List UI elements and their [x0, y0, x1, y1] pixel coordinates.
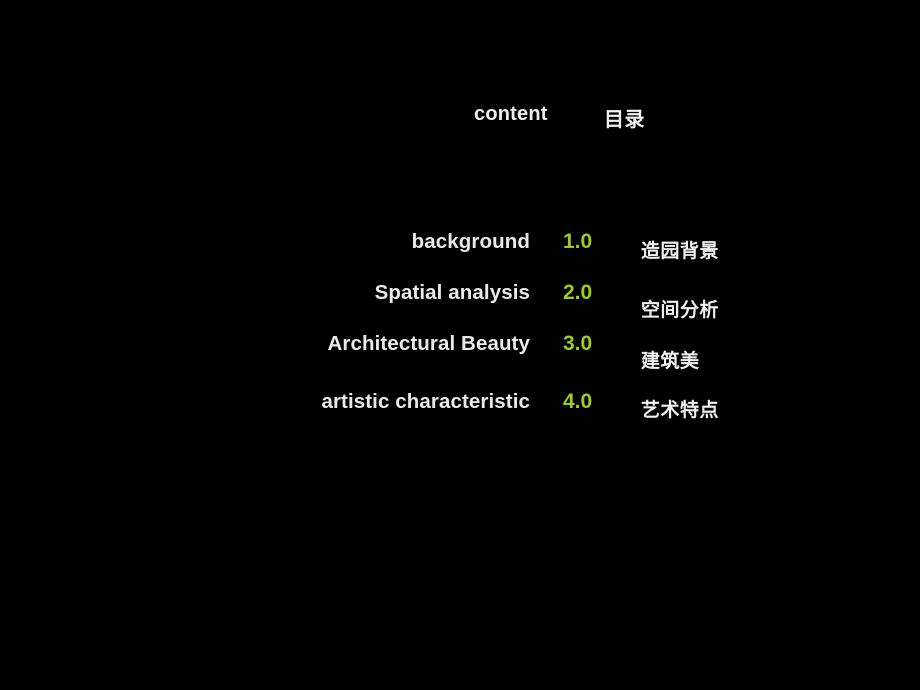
table-of-contents: background 1.0 造园背景 Spatial analysis 2.0… — [0, 0, 920, 690]
toc-item-number: 2.0 — [563, 281, 593, 304]
toc-item-title-english: artistic characteristic — [321, 390, 530, 413]
slide-canvas: content 目录 background 1.0 造园背景 Spatial a… — [0, 0, 920, 690]
toc-item-number: 3.0 — [563, 332, 593, 355]
toc-item-number: 4.0 — [563, 390, 593, 413]
toc-item-3[interactable]: Architectural Beauty 3.0 建筑美 — [0, 332, 920, 378]
toc-item-2[interactable]: Spatial analysis 2.0 空间分析 — [0, 281, 920, 327]
toc-item-title-chinese: 造园背景 — [641, 240, 720, 262]
toc-item-number: 1.0 — [563, 230, 593, 253]
toc-item-title-english: Architectural Beauty — [327, 332, 530, 355]
toc-item-1[interactable]: background 1.0 造园背景 — [0, 230, 920, 276]
toc-item-title-chinese: 建筑美 — [641, 350, 700, 372]
toc-item-4[interactable]: artistic characteristic 4.0 艺术特点 — [0, 390, 920, 436]
toc-item-title-english: Spatial analysis — [374, 281, 530, 304]
toc-item-title-chinese: 空间分析 — [641, 299, 720, 321]
toc-item-title-english: background — [411, 230, 530, 253]
toc-item-title-chinese: 艺术特点 — [641, 399, 720, 421]
